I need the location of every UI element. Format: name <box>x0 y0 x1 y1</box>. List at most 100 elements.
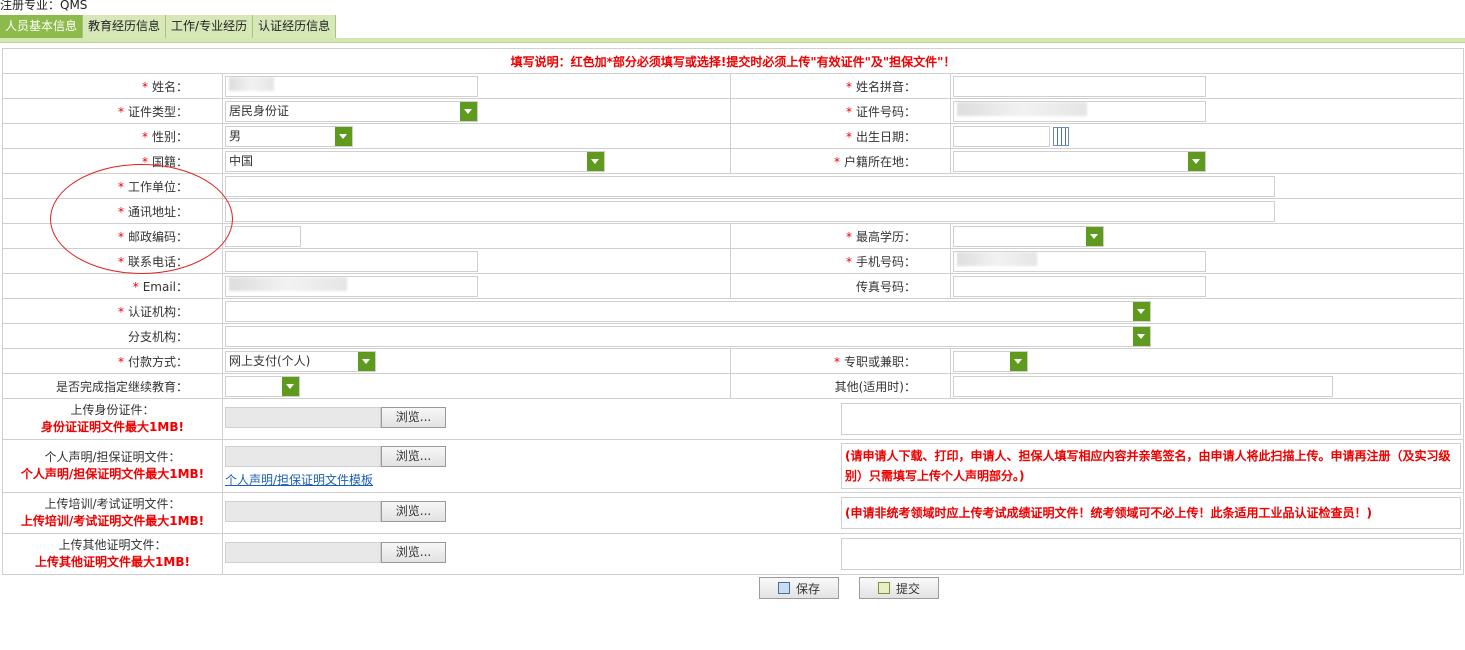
required-mark: * <box>845 79 852 94</box>
chevron-down-icon[interactable] <box>587 151 604 171</box>
name-label: 姓名： <box>151 79 188 94</box>
required-mark: * <box>845 254 852 269</box>
browse-button[interactable]: 浏览... <box>381 407 446 428</box>
id-no-input[interactable] <box>953 100 1206 122</box>
upload-other-field: 浏览... <box>225 542 446 563</box>
cert-body-select[interactable] <box>225 300 1151 322</box>
chevron-down-icon[interactable] <box>1133 326 1150 346</box>
tab-education[interactable]: 教育经历信息 <box>83 15 167 38</box>
required-mark: * <box>845 129 852 144</box>
gender-value: 男 <box>229 128 242 143</box>
file-path-box <box>225 446 381 467</box>
fulltime-select[interactable] <box>953 350 1028 372</box>
birth-date-input[interactable] <box>953 125 1050 147</box>
template-download-link[interactable]: 个人声明/担保证明文件模板 <box>225 471 841 488</box>
tab-work[interactable]: 工作/专业经历 <box>166 15 254 38</box>
branch-select[interactable] <box>225 325 1151 347</box>
upload-note-box <box>841 403 1462 435</box>
payment-label: 付款方式： <box>127 354 188 369</box>
upload-training-limit: 上传培训/考试证明文件最大1MB! <box>20 514 205 528</box>
employer-input[interactable] <box>225 175 1275 197</box>
upload-declaration-label: 个人声明/担保证明文件： <box>44 450 181 464</box>
chevron-down-icon[interactable] <box>460 101 477 121</box>
id-no-label: 证件号码： <box>855 104 916 119</box>
gender-select[interactable]: 男 <box>225 125 353 147</box>
required-mark: * <box>117 229 124 244</box>
required-mark: * <box>141 154 148 169</box>
upload-declaration-field: 浏览... <box>225 446 446 467</box>
education-label: 最高学历： <box>855 229 916 244</box>
payment-select[interactable]: 网上支付(个人) <box>225 350 376 372</box>
other-input[interactable] <box>953 375 1333 397</box>
calendar-icon[interactable] <box>1053 126 1069 146</box>
chevron-down-icon[interactable] <box>282 376 299 396</box>
id-type-select[interactable]: 居民身份证 <box>225 100 478 122</box>
tab-basic-info[interactable]: 人员基本信息 <box>0 15 84 38</box>
nationality-select[interactable]: 中国 <box>225 150 605 172</box>
cert-body-label: 认证机构： <box>127 304 188 319</box>
submit-button[interactable]: 提交 <box>859 577 939 599</box>
required-mark: * <box>117 104 124 119</box>
save-icon <box>777 582 790 594</box>
cont-edu-label: 是否完成指定继续教育： <box>55 379 188 394</box>
payment-value: 网上支付(个人) <box>229 353 311 368</box>
birth-label: 出生日期： <box>855 129 916 144</box>
upload-training-note: (申请非统考领域时应上传考试成绩证明文件！统考领域可不必上传！此条适用工业品认证… <box>841 497 1462 529</box>
pinyin-label: 姓名拼音： <box>855 79 916 94</box>
branch-label: 分支机构： <box>127 329 188 344</box>
save-button[interactable]: 保存 <box>759 577 839 599</box>
upload-id-label: 上传身份证件： <box>70 403 155 417</box>
chevron-down-icon[interactable] <box>1010 351 1027 371</box>
upload-declaration-note: (请申请人下载、打印，申请人、担保人填写相应内容并亲笔签名，由申请人将此扫描上传… <box>841 443 1462 489</box>
email-label: Email： <box>142 279 188 294</box>
upload-id-field: 浏览... <box>225 407 446 428</box>
upload-note-box <box>841 538 1462 570</box>
chevron-down-icon[interactable] <box>335 126 352 146</box>
id-type-value: 居民身份证 <box>229 103 290 118</box>
tab-underline <box>0 38 1465 43</box>
chevron-down-icon[interactable] <box>358 351 375 371</box>
email-input[interactable] <box>225 275 478 297</box>
browse-button[interactable]: 浏览... <box>381 542 446 563</box>
nationality-label: 国籍： <box>151 154 188 169</box>
required-mark: * <box>845 229 852 244</box>
chevron-down-icon[interactable] <box>1133 301 1150 321</box>
fax-input[interactable] <box>953 275 1206 297</box>
required-mark: * <box>117 204 124 219</box>
id-type-label: 证件类型： <box>127 104 188 119</box>
file-path-box <box>225 542 381 563</box>
upload-declaration-limit: 个人声明/担保证明文件最大1MB! <box>20 467 205 481</box>
save-label: 保存 <box>795 581 820 596</box>
phone-label: 联系电话： <box>127 254 188 269</box>
redacted-value <box>229 76 274 91</box>
name-input[interactable] <box>225 75 478 97</box>
cont-edu-select[interactable] <box>225 375 300 397</box>
postcode-input[interactable] <box>225 225 301 247</box>
upload-training-label: 上传培训/考试证明文件： <box>44 497 181 511</box>
gender-label: 性别： <box>151 129 188 144</box>
upload-other-limit: 上传其他证明文件最大1MB! <box>35 555 190 569</box>
redacted-value <box>957 101 1087 116</box>
education-select[interactable] <box>953 225 1104 247</box>
browse-button[interactable]: 浏览... <box>381 501 446 522</box>
domicile-select[interactable] <box>953 150 1206 172</box>
tab-certification[interactable]: 认证经历信息 <box>253 15 337 38</box>
address-input[interactable] <box>225 200 1275 222</box>
mobile-input[interactable] <box>953 250 1206 272</box>
required-mark: * <box>833 154 840 169</box>
required-mark: * <box>117 304 124 319</box>
employer-label: 工作单位： <box>127 179 188 194</box>
phone-input[interactable] <box>225 250 478 272</box>
browse-button[interactable]: 浏览... <box>381 446 446 467</box>
form-actions: 保存 提交 <box>759 577 939 599</box>
other-label: 其他(适用时)： <box>834 379 916 394</box>
required-mark: * <box>117 354 124 369</box>
required-mark: * <box>132 279 139 294</box>
pinyin-input[interactable] <box>953 75 1206 97</box>
chevron-down-icon[interactable] <box>1086 226 1103 246</box>
chevron-down-icon[interactable] <box>1188 151 1205 171</box>
upload-id-limit: 身份证证明文件最大1MB! <box>41 420 184 434</box>
form-note: 填写说明：红色加*部分必须填写或选择!提交时必须上传"有效证件"及"担保文件"！ <box>1 48 1465 74</box>
required-mark: * <box>141 79 148 94</box>
fulltime-label: 专职或兼职： <box>843 354 916 369</box>
